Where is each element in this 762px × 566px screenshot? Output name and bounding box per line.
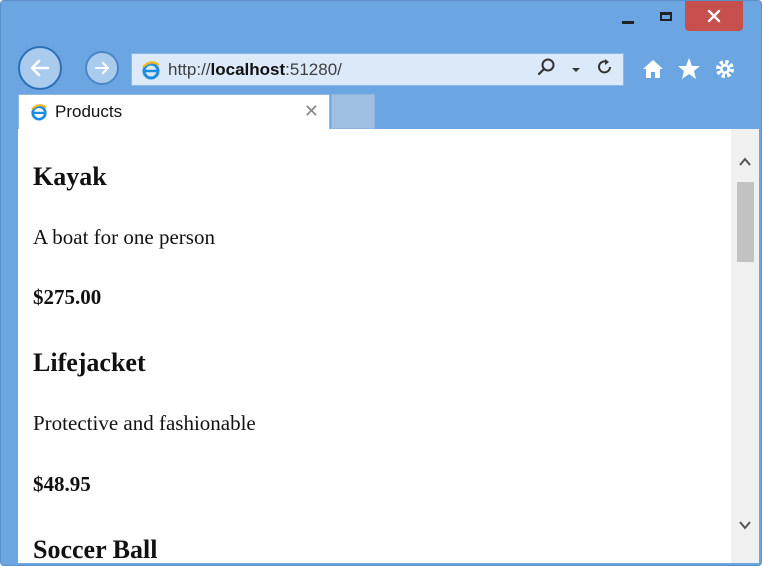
new-tab-button[interactable] [331, 94, 375, 129]
back-arrow-icon [30, 59, 50, 77]
product-price: $48.95 [33, 472, 91, 496]
ie-page-icon [140, 59, 162, 81]
product-description: Protective and fashionable [33, 411, 256, 435]
address-bar[interactable]: http://localhost:51280/ [131, 53, 624, 86]
toolbar-icons [641, 52, 737, 86]
minimize-button[interactable] [611, 1, 645, 31]
forward-arrow-icon [95, 61, 109, 75]
forward-button[interactable] [85, 51, 119, 85]
product-price: $275.00 [33, 285, 102, 309]
url-port: :51280/ [285, 59, 342, 79]
vertical-scrollbar[interactable] [731, 129, 759, 563]
page-content: Kayak A boat for one person $275.00 Life… [18, 129, 759, 563]
search-icon[interactable] [537, 57, 557, 82]
scroll-thumb[interactable] [737, 182, 754, 262]
scroll-up-icon[interactable] [731, 149, 759, 175]
back-button[interactable] [18, 46, 62, 90]
minimize-icon [622, 20, 634, 24]
maximize-button[interactable] [649, 1, 683, 31]
url-prefix: http:// [168, 59, 211, 79]
maximize-icon [660, 11, 672, 21]
browser-window: http://localhost:51280/ Products ✕ Kayak… [0, 0, 762, 566]
refresh-icon[interactable] [595, 57, 615, 82]
address-tools [537, 54, 615, 85]
url-host: localhost [210, 59, 286, 79]
ie-tab-icon [29, 102, 49, 122]
product-description: A boat for one person [33, 225, 215, 249]
product-name: Kayak [33, 162, 107, 191]
product-name: Lifejacket [33, 348, 146, 377]
dropdown-icon[interactable] [571, 61, 581, 79]
home-icon[interactable] [641, 57, 665, 81]
close-button[interactable] [685, 1, 743, 31]
settings-gear-icon[interactable] [713, 57, 737, 81]
url-text[interactable]: http://localhost:51280/ [168, 60, 342, 80]
tab-label: Products [55, 102, 123, 121]
product-name: Soccer Ball [33, 535, 158, 563]
favorites-star-icon[interactable] [677, 57, 701, 81]
tab-close-icon[interactable]: ✕ [304, 102, 319, 120]
close-icon [707, 9, 721, 23]
scroll-down-icon[interactable] [731, 512, 759, 538]
tab-products[interactable]: Products ✕ [18, 94, 330, 129]
